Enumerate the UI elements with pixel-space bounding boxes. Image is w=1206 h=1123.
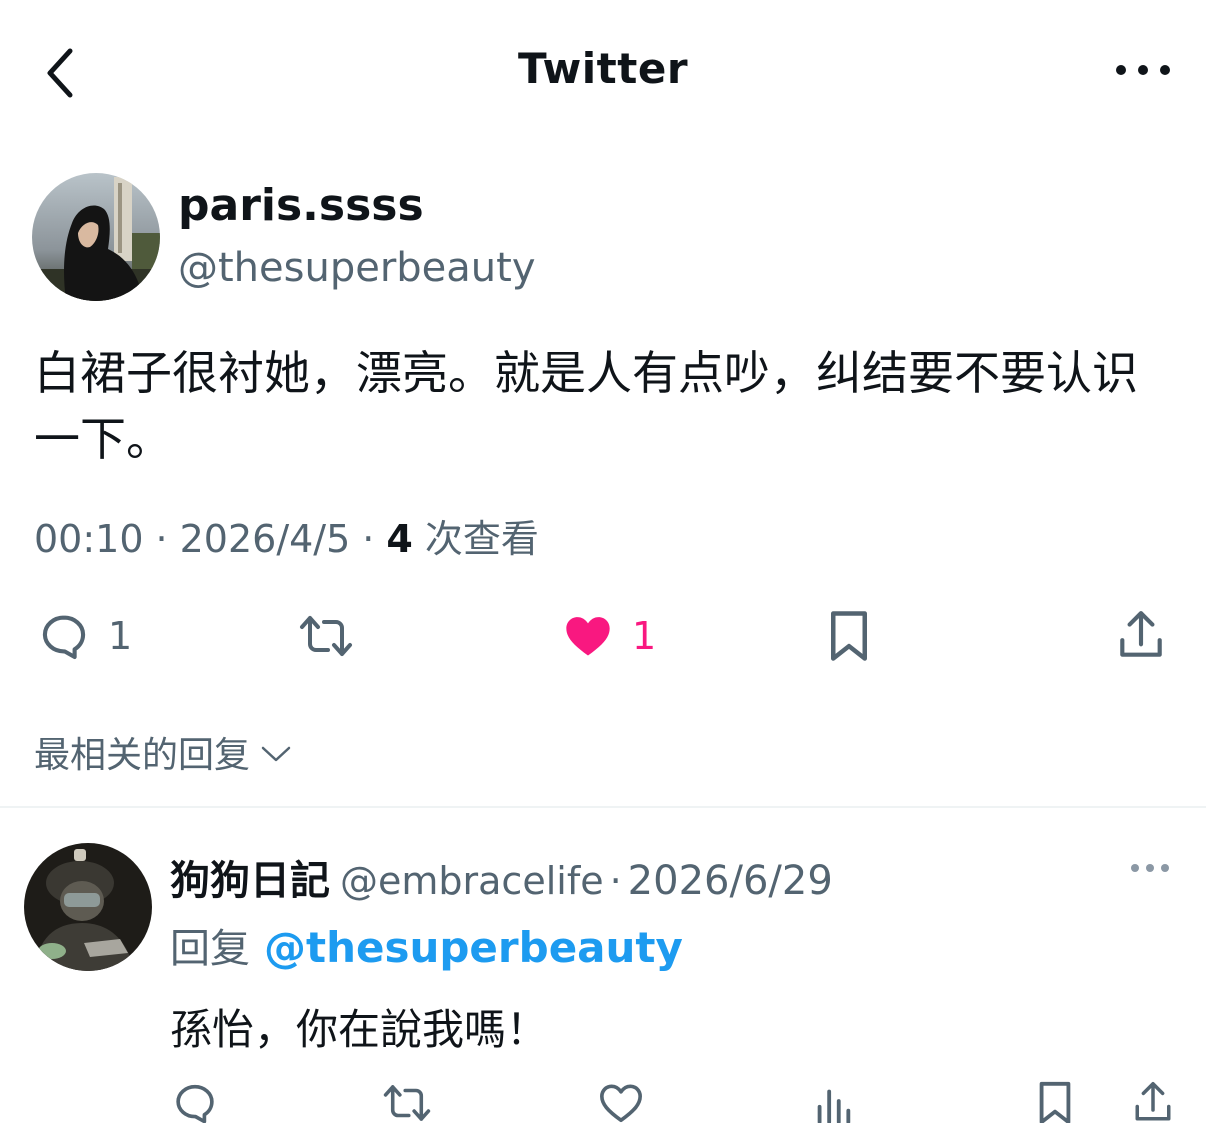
reply-comment-button[interactable]: [170, 1080, 220, 1123]
reply-to-line: 回复 @thesuperbeauty: [170, 916, 683, 974]
reply-text: 孫怡，你在說我嗎！: [170, 1005, 549, 1054]
replies-sort-label: 最相关的回复: [34, 735, 251, 776]
author-display-name[interactable]: paris.ssss: [178, 180, 424, 231]
retweet-action[interactable]: [298, 608, 372, 664]
heart-icon: [600, 1084, 642, 1123]
share-icon: [1135, 1082, 1171, 1121]
bookmark-icon: [831, 611, 867, 661]
ellipsis-icon: [1131, 864, 1169, 872]
reply-analytics-button[interactable]: [808, 1080, 858, 1123]
author-handle[interactable]: @thesuperbeauty: [178, 245, 536, 291]
tweet-date: 2026/4/5: [179, 517, 351, 561]
reply-separator: ·: [609, 859, 622, 903]
comment-icon: [42, 615, 86, 660]
tweet-meta: 00:10 · 2026/4/5 · 4 次查看: [34, 508, 539, 563]
reply-to-label: 回复: [170, 926, 250, 972]
ellipsis-icon: [1116, 65, 1170, 75]
more-options-button[interactable]: [1108, 48, 1178, 92]
reply-retweet-button[interactable]: [382, 1080, 432, 1123]
reply-like-button[interactable]: [596, 1080, 646, 1123]
reply-share-button[interactable]: [1128, 1080, 1178, 1123]
meta-separator: ·: [155, 517, 168, 561]
reply-count: 1: [108, 614, 133, 658]
like-action[interactable]: 1: [562, 608, 656, 664]
bookmark-icon: [1039, 1081, 1071, 1123]
page-title: Twitter: [517, 44, 689, 93]
reply-more-button[interactable]: [1122, 852, 1178, 884]
heart-filled-icon: [566, 617, 610, 656]
like-count: 1: [632, 614, 657, 658]
meta-separator: ·: [362, 517, 375, 561]
reply-bookmark-button[interactable]: [1030, 1080, 1080, 1123]
tweet-time: 00:10: [34, 517, 144, 561]
share-action[interactable]: [1116, 608, 1166, 664]
author-avatar[interactable]: [32, 173, 160, 301]
section-divider: [0, 806, 1206, 808]
reply-header: 狗狗日記 @embracelife · 2026/6/29: [170, 848, 833, 906]
share-icon: [1120, 611, 1162, 657]
retweet-icon: [383, 1085, 431, 1121]
tweet-text: 白裙子很衬她，漂亮。就是人有点吵，纠结要不要认识一下。: [34, 346, 1138, 466]
comment-icon: [176, 1084, 214, 1123]
views-label[interactable]: 次查看: [425, 508, 539, 563]
reply-to-handle-link[interactable]: @thesuperbeauty: [264, 923, 683, 972]
retweet-icon: [300, 616, 352, 656]
chevron-down-icon: [261, 746, 291, 762]
views-count: 4: [386, 517, 413, 561]
reply-date: 2026/6/29: [627, 858, 833, 904]
bookmark-action[interactable]: [826, 608, 872, 664]
reply-display-name[interactable]: 狗狗日記: [170, 848, 330, 906]
reply-handle[interactable]: @embracelife: [340, 859, 604, 903]
analytics-icon: [817, 1089, 851, 1123]
reply-avatar[interactable]: [24, 843, 152, 971]
replies-sort-dropdown[interactable]: 最相关的回复: [34, 726, 292, 778]
reply-action[interactable]: 1: [38, 608, 132, 664]
